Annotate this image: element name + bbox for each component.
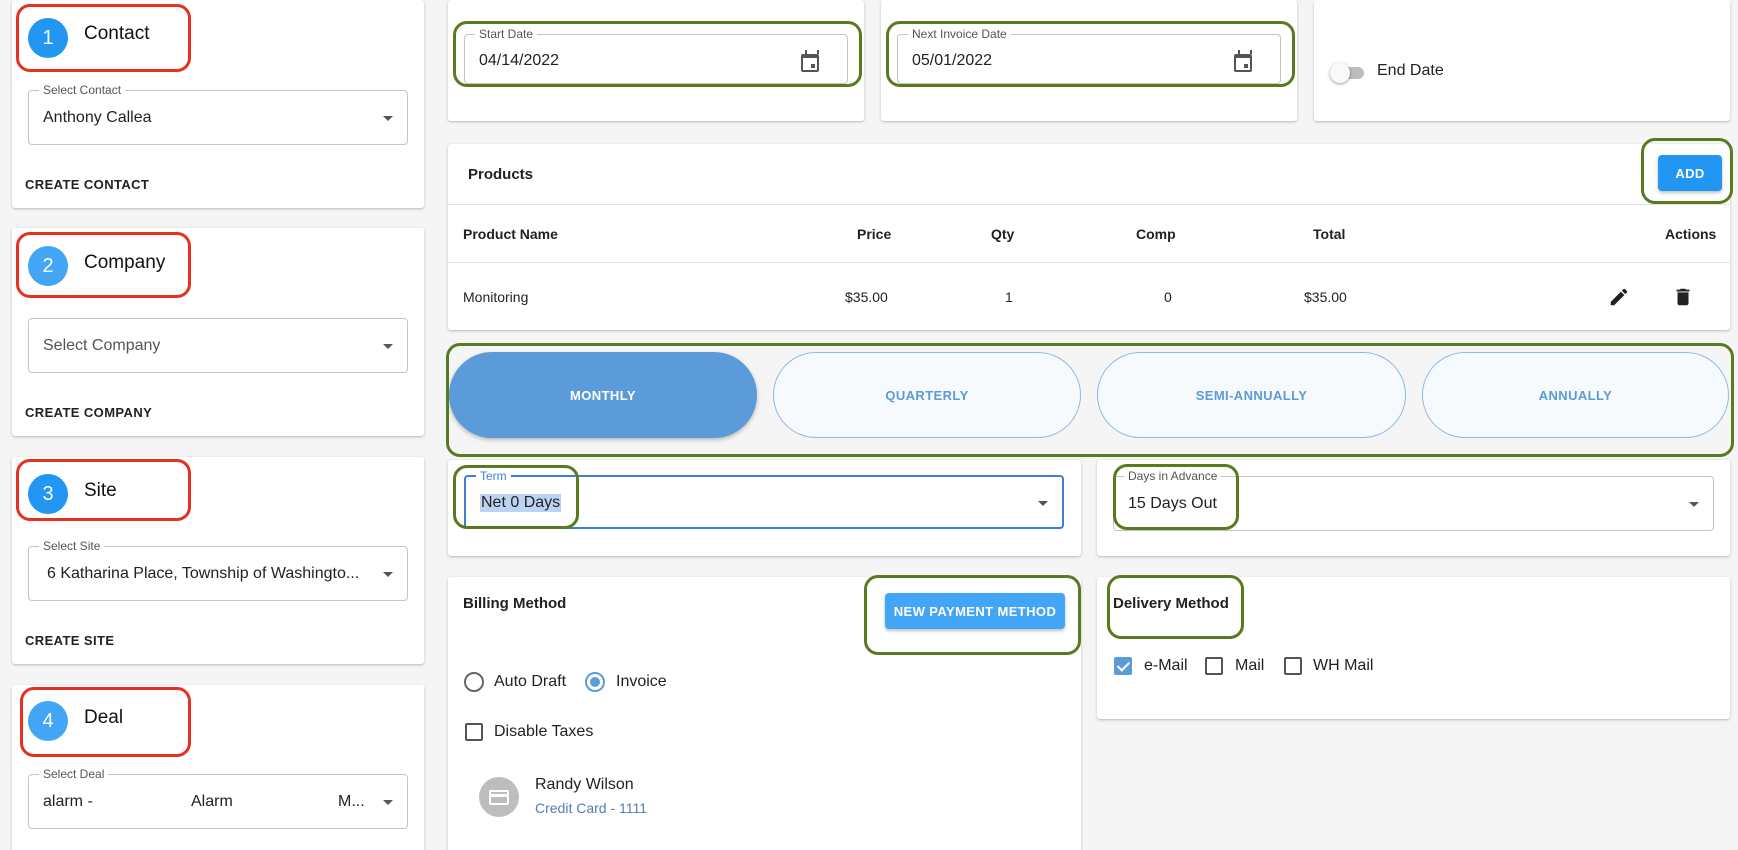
invoice-label: Invoice xyxy=(616,673,667,690)
select-deal-label: Select Deal xyxy=(39,767,109,781)
comp-cell: 0 xyxy=(1164,289,1172,305)
select-company-placeholder: Select Company xyxy=(43,337,161,354)
select-deal-value-c: M... xyxy=(338,793,365,810)
mail-checkbox[interactable] xyxy=(1205,657,1223,675)
term-highlight xyxy=(453,465,579,529)
select-deal-value-a: alarm - xyxy=(43,793,93,810)
create-site-button[interactable]: CREATE SITE xyxy=(25,633,114,648)
delete-icon[interactable] xyxy=(1672,286,1694,308)
payment-method-item[interactable]: Randy Wilson Credit Card - 1111 xyxy=(479,776,779,826)
products-card xyxy=(448,144,1730,330)
mail-label: Mail xyxy=(1235,657,1265,674)
chevron-down-icon xyxy=(383,116,393,121)
create-contact-button[interactable]: CREATE CONTACT xyxy=(25,177,149,192)
delivery-method-highlight xyxy=(1107,575,1244,639)
products-divider xyxy=(448,204,1730,205)
days-in-advance-highlight xyxy=(1113,464,1239,530)
disable-taxes-checkbox[interactable] xyxy=(465,723,483,741)
create-company-button[interactable]: CREATE COMPANY xyxy=(25,405,152,420)
select-contact-field[interactable]: Select Contact Anthony Callea xyxy=(28,83,408,145)
start-date-highlight xyxy=(453,21,862,87)
select-deal-field[interactable]: Select Deal alarm - Alarm M... xyxy=(28,767,408,829)
select-company-field[interactable]: Select Company xyxy=(28,318,408,373)
select-deal-value-b: Alarm xyxy=(191,793,233,810)
invoice-radio[interactable] xyxy=(585,672,605,692)
qty-cell: 1 xyxy=(1005,289,1013,305)
end-date-card xyxy=(1314,0,1730,121)
payment-name: Randy Wilson xyxy=(535,776,634,793)
new-payment-highlight xyxy=(864,575,1081,655)
wh-mail-label: WH Mail xyxy=(1313,657,1374,674)
chevron-down-icon xyxy=(383,572,393,577)
col-qty: Qty xyxy=(991,226,1015,242)
credit-card-icon xyxy=(479,777,519,817)
chevron-down-icon xyxy=(383,344,393,349)
disable-taxes-label: Disable Taxes xyxy=(494,723,594,740)
table-header-divider xyxy=(448,262,1730,263)
chevron-down-icon xyxy=(1038,501,1048,506)
col-total: Total xyxy=(1313,226,1346,242)
col-actions: Actions xyxy=(1665,226,1717,242)
select-site-label: Select Site xyxy=(39,539,105,553)
select-contact-value: Anthony Callea xyxy=(43,109,152,126)
select-site-value: 6 Katharina Place, Township of Washingto… xyxy=(47,565,360,582)
select-site-field[interactable]: Select Site 6 Katharina Place, Township … xyxy=(28,539,408,601)
end-date-label: End Date xyxy=(1377,62,1444,79)
product-name-cell: Monitoring xyxy=(463,289,529,305)
col-price: Price xyxy=(857,226,892,242)
site-highlight xyxy=(16,459,191,521)
wh-mail-checkbox[interactable] xyxy=(1284,657,1302,675)
price-cell: $35.00 xyxy=(845,289,888,305)
col-comp: Comp xyxy=(1136,226,1176,242)
deal-highlight xyxy=(20,687,191,757)
payment-detail: Credit Card - 1111 xyxy=(535,800,648,816)
edit-icon[interactable] xyxy=(1608,286,1630,308)
auto-draft-label: Auto Draft xyxy=(494,673,567,690)
email-label: e-Mail xyxy=(1144,657,1188,674)
email-checkbox[interactable] xyxy=(1114,657,1132,675)
end-date-toggle[interactable] xyxy=(1330,62,1366,83)
col-product-name: Product Name xyxy=(463,226,558,242)
add-button-highlight xyxy=(1641,138,1733,204)
next-invoice-highlight xyxy=(886,21,1295,87)
total-cell: $35.00 xyxy=(1304,289,1347,305)
company-highlight xyxy=(16,232,191,298)
auto-draft-radio[interactable] xyxy=(464,672,484,692)
products-title: Products xyxy=(468,166,534,183)
frequency-highlight xyxy=(446,343,1734,457)
select-contact-label: Select Contact xyxy=(39,83,126,97)
billing-method-title: Billing Method xyxy=(463,595,567,612)
chevron-down-icon xyxy=(383,800,393,805)
chevron-down-icon xyxy=(1689,502,1699,507)
contact-highlight xyxy=(16,4,191,72)
